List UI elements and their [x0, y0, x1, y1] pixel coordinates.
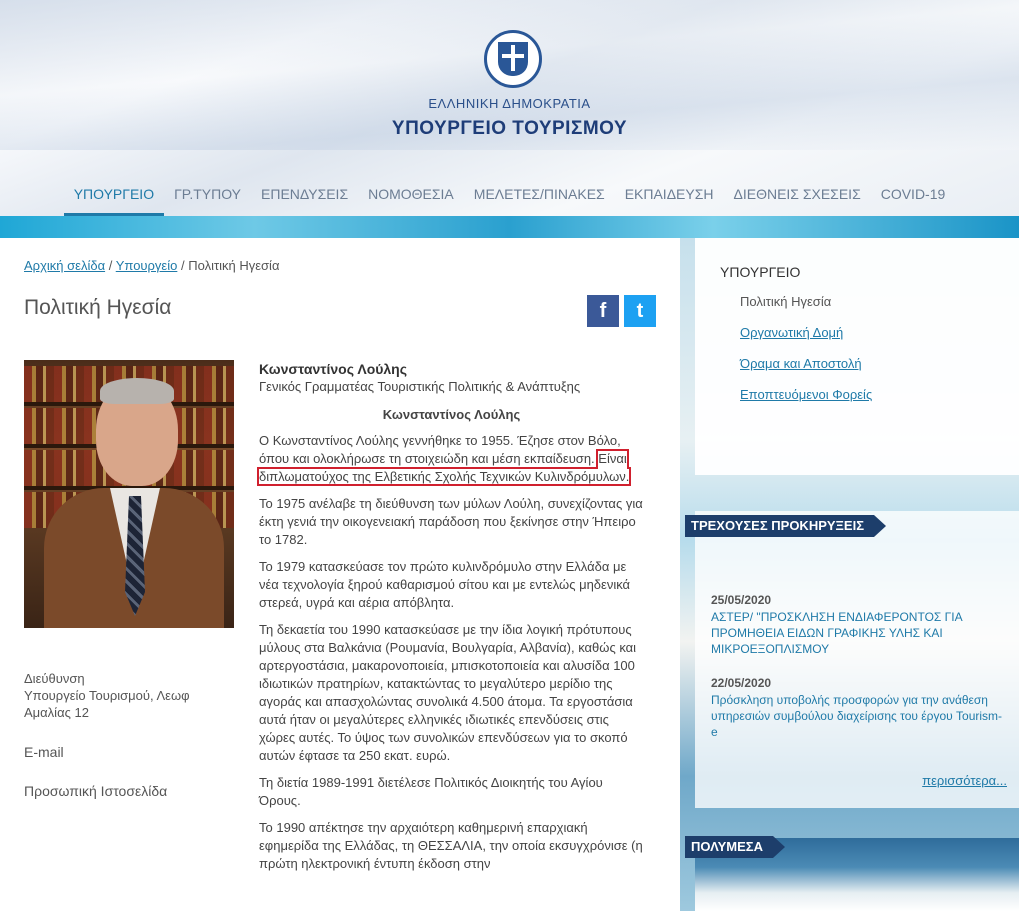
sidebar-title: ΥΠΟΥΡΓΕΙΟ — [720, 264, 801, 280]
person-name: Κωνσταντίνος Λούλης — [259, 361, 408, 377]
nav-item-international[interactable]: ΔΙΕΘΝΕΙΣ ΣΧΕΣΕΙΣ — [724, 180, 871, 216]
bio-text: Ο Κωνσταντίνος Λούλης γεννήθηκε το 1955.… — [259, 433, 621, 466]
portrait-photo — [24, 360, 234, 628]
bio-heading: Κωνσταντίνος Λούλης — [382, 407, 521, 422]
media-heading[interactable]: ΠΟΛΥΜΕΣΑ — [685, 836, 786, 858]
sidebar-item-vision[interactable]: Όραμα και Αποστολή — [740, 356, 862, 371]
twitter-share-icon[interactable]: t — [624, 295, 656, 327]
main-nav: ΥΠΟΥΡΓΕΙΟ ΓΡ.ΤΥΠΟΥ ΕΠΕΝΔΥΣΕΙΣ ΝΟΜΟΘΕΣΙΑ … — [0, 180, 1019, 216]
breadcrumb-separator: / — [108, 258, 113, 273]
coat-of-arms-icon[interactable] — [484, 30, 542, 88]
sidebar: ΥΠΟΥΡΓΕΙΟ Πολιτική Ηγεσία Οργανωτική Δομ… — [680, 238, 1019, 911]
nav-item-press[interactable]: ΓΡ.ΤΥΠΟΥ — [164, 180, 251, 216]
biography: Κωνσταντίνος Λούλης Γενικός Γραμματέας Τ… — [256, 360, 644, 882]
address-label: Διεύθυνση — [24, 671, 85, 686]
bio-paragraph: Το 1975 ανέλαβε τη διεύθυνση των μύλων Λ… — [259, 496, 643, 547]
main-content: Αρχική σελίδα / Υπουργείο / Πολιτική Ηγε… — [0, 238, 680, 911]
site-header: ΕΛΛΗΝΙΚΗ ΔΗΜΟΚΡΑΤΙΑ ΥΠΟΥΡΓΕΙΟ ΤΟΥΡΙΣΜΟΥ … — [0, 0, 1019, 217]
facebook-share-icon[interactable]: f — [587, 295, 619, 327]
person-role: Γενικός Γραμματέας Τουριστικής Πολιτικής… — [259, 379, 581, 394]
ministry-title[interactable]: ΥΠΟΥΡΓΕΙΟ ΤΟΥΡΙΣΜΟΥ — [0, 118, 1019, 140]
bio-paragraph: Το 1979 κατασκεύασε τον πρώτο κυλινδρόμυ… — [259, 559, 631, 610]
tender-link[interactable]: ΑΣΤΕΡ/ "ΠΡΟΣΚΛΗΣΗ ΕΝΔΙΑΦΕΡΟΝΤΟΣ ΓΙΑ ΠΡΟΜ… — [711, 609, 1006, 657]
sidebar-menu: ΥΠΟΥΡΓΕΙΟ Πολιτική Ηγεσία Οργανωτική Δομ… — [695, 238, 1019, 475]
tender-date: 22/05/2020 — [711, 676, 772, 690]
address-value: Υπουργείο Τουρισμού, Λεωφ Αμαλίας 12 — [24, 688, 190, 720]
bio-paragraph: Τη δεκαετία του 1990 κατασκεύασε με την … — [259, 622, 637, 763]
sea-banner — [0, 216, 1019, 238]
breadcrumb-separator: / — [180, 258, 185, 273]
bio-paragraph: Τη διετία 1989-1991 διετέλεσε Πολιτικός … — [259, 775, 603, 808]
nav-item-investments[interactable]: ΕΠΕΝΔΥΣΕΙΣ — [251, 180, 358, 216]
nav-item-legislation[interactable]: ΝΟΜΟΘΕΣΙΑ — [358, 180, 464, 216]
sidebar-item-political-leadership[interactable]: Πολιτική Ηγεσία — [740, 294, 831, 309]
sidebar-item-supervised[interactable]: Εποπτευόμενοι Φορείς — [740, 387, 872, 402]
nav-item-covid[interactable]: COVID-19 — [871, 180, 956, 216]
bio-paragraph: Το 1990 απέκτησε την αρχαιότερη καθημερι… — [259, 820, 643, 871]
tender-date: 25/05/2020 — [711, 593, 772, 607]
breadcrumb-current: Πολιτική Ηγεσία — [188, 258, 280, 273]
nav-item-studies[interactable]: ΜΕΛΕΤΕΣ/ΠΙΝΑΚΕΣ — [464, 180, 615, 216]
page-title: Πολιτική Ηγεσία — [24, 296, 172, 319]
tenders-panel: ΤΡΕΧΟΥΣΕΣ ΠΡΟΚΗΡΥΞΕΙΣ 25/05/2020 ΑΣΤΕΡ/ … — [685, 511, 1019, 808]
tender-link[interactable]: Πρόσκληση υποβολής προσφορών για την ανά… — [711, 692, 1006, 740]
nav-item-education[interactable]: ΕΚΠΑΙΔΕΥΣΗ — [615, 180, 724, 216]
bio-paragraph: Ο Κωνσταντίνος Λούλης γεννήθηκε το 1955.… — [256, 432, 644, 486]
breadcrumb-home-link[interactable]: Αρχική σελίδα — [24, 258, 105, 273]
tenders-heading: ΤΡΕΧΟΥΣΕΣ ΠΡΟΚΗΡΥΞΕΙΣ — [685, 515, 886, 537]
breadcrumb: Αρχική σελίδα / Υπουργείο / Πολιτική Ηγε… — [24, 258, 279, 273]
email-link[interactable]: E-mail — [24, 744, 64, 761]
nav-item-ministry[interactable]: ΥΠΟΥΡΓΕΙΟ — [63, 180, 165, 216]
breadcrumb-section-link[interactable]: Υπουργείο — [116, 258, 178, 273]
republic-label: ΕΛΛΗΝΙΚΗ ΔΗΜΟΚΡΑΤΙΑ — [428, 96, 591, 111]
sidebar-item-org-structure[interactable]: Οργανωτική Δομή — [740, 325, 843, 340]
more-tenders-link[interactable]: περισσότερα... — [922, 773, 1007, 788]
website-link[interactable]: Προσωπική Ιστοσελίδα — [24, 783, 167, 800]
